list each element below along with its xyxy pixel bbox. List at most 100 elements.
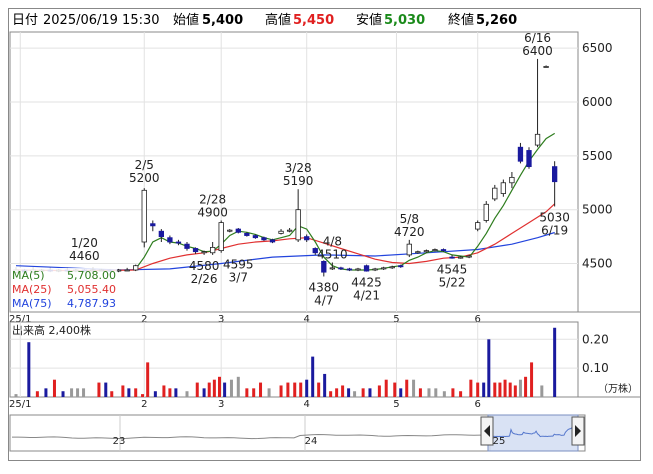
candle-body bbox=[355, 268, 361, 271]
volume-x-tick-label: 5 bbox=[393, 399, 399, 410]
candle-body bbox=[218, 222, 224, 252]
candle-body bbox=[526, 150, 532, 168]
volume-bar bbox=[44, 388, 48, 397]
navigator-label-23: 23 bbox=[113, 436, 126, 447]
volume-title: 出来高 2,400株 bbox=[12, 323, 91, 337]
volume-bar bbox=[223, 382, 227, 397]
legend-ma25-value: 5,055.40 bbox=[67, 283, 116, 296]
annotation-line2: 5/22 bbox=[439, 276, 466, 290]
volume-bar bbox=[279, 385, 283, 397]
annotation-line2: 5200 bbox=[129, 171, 160, 185]
volume-bar bbox=[185, 391, 189, 397]
volume-x-tick-label: 3 bbox=[218, 399, 224, 410]
legend-ma25-label: MA(25) bbox=[12, 283, 52, 296]
datetime-value: 2025/06/19 15:30 bbox=[43, 13, 160, 28]
volume-bar bbox=[245, 388, 249, 397]
volume-bar bbox=[35, 391, 39, 397]
candle-body bbox=[286, 229, 293, 232]
volume-bar bbox=[217, 376, 221, 397]
volume-bar bbox=[518, 379, 522, 397]
candle-body bbox=[329, 267, 336, 270]
volume-bar bbox=[341, 385, 345, 397]
candle-body bbox=[423, 250, 430, 253]
annotation-line2: 5190 bbox=[283, 174, 314, 188]
candle-body bbox=[304, 236, 310, 241]
candle-body bbox=[517, 146, 524, 162]
volume-bar bbox=[207, 382, 211, 397]
volume-bar bbox=[141, 394, 145, 397]
volume-bar bbox=[236, 376, 240, 397]
candle-body bbox=[158, 230, 165, 238]
close-value: 5,260 bbox=[476, 13, 517, 28]
volume-x-tick-label: 4 bbox=[304, 399, 310, 410]
range-navigator[interactable]: 23 24 25 bbox=[9, 414, 586, 452]
volume-bar bbox=[229, 379, 233, 397]
candle-body bbox=[278, 230, 284, 234]
annotation-line1: 4425 bbox=[351, 276, 382, 290]
volume-bar bbox=[335, 388, 339, 397]
candle-body bbox=[192, 248, 199, 253]
volume-bar bbox=[212, 379, 216, 397]
navigator-right-handle[interactable] bbox=[571, 416, 585, 446]
volume-bar bbox=[70, 388, 74, 397]
volume-bar bbox=[493, 382, 497, 397]
annotation-line1: 1/20 bbox=[71, 236, 98, 250]
annotation-line2: 4720 bbox=[394, 225, 425, 239]
candle-body bbox=[552, 166, 558, 183]
volume-bar bbox=[76, 388, 80, 397]
candle-body bbox=[363, 265, 370, 272]
volume-bar bbox=[267, 388, 271, 397]
volume-bar bbox=[393, 382, 397, 397]
annotation-line2: 6/19 bbox=[541, 223, 568, 237]
volume-bar bbox=[299, 382, 303, 397]
volume-bar bbox=[52, 379, 56, 397]
candle-body bbox=[175, 241, 182, 244]
volume-bar bbox=[427, 388, 431, 397]
volume-bar bbox=[503, 379, 507, 397]
volume-bar bbox=[153, 391, 157, 397]
volume-bar bbox=[540, 385, 544, 397]
candle-body bbox=[398, 265, 404, 268]
ma-legend: MA(5) 5,708.00 MA(25) 5,055.40 MA(75) 4,… bbox=[11, 268, 117, 311]
candle-body bbox=[483, 203, 489, 221]
annotation-line1: 4/8 bbox=[323, 234, 342, 248]
volume-unit: （万株） bbox=[598, 382, 638, 395]
volume-bar bbox=[110, 391, 114, 397]
volume-bar bbox=[146, 362, 150, 397]
volume-bar bbox=[27, 342, 31, 397]
volume-bar bbox=[368, 388, 372, 397]
volume-x-tick-label: 6 bbox=[475, 399, 481, 410]
candle-body bbox=[115, 269, 122, 272]
volume-bar bbox=[451, 388, 455, 397]
candle-body bbox=[380, 267, 387, 270]
high-value: 5,450 bbox=[293, 13, 334, 28]
annotation-line2: 4/21 bbox=[353, 289, 380, 303]
candle-body bbox=[457, 256, 464, 259]
price-y-tick-label: 5000 bbox=[582, 203, 613, 217]
annotation-line2: 4460 bbox=[69, 249, 100, 263]
volume-bar bbox=[82, 388, 86, 397]
volume-bar bbox=[377, 385, 381, 397]
candle-body bbox=[534, 133, 541, 146]
candle-body bbox=[261, 237, 267, 241]
open-label: 始値 bbox=[173, 12, 199, 28]
navigator-left-handle[interactable] bbox=[480, 416, 494, 446]
low-label: 安値 bbox=[356, 12, 382, 28]
volume-bar bbox=[476, 382, 480, 397]
candle-body bbox=[500, 182, 507, 194]
volume-bar bbox=[459, 391, 463, 397]
volume-bar bbox=[513, 385, 517, 397]
annotation-line1: 5030 bbox=[539, 210, 570, 224]
volume-bar bbox=[498, 382, 502, 397]
low-value: 5,030 bbox=[384, 13, 425, 28]
volume-bar bbox=[174, 388, 178, 397]
candle-body bbox=[269, 239, 276, 243]
volume-bar bbox=[412, 379, 416, 397]
volume-bar bbox=[305, 379, 309, 397]
candle-body bbox=[321, 260, 327, 273]
candle-body bbox=[141, 189, 147, 243]
volume-bar bbox=[361, 388, 365, 397]
volume-bar bbox=[530, 362, 534, 397]
annotation-line1: 2/5 bbox=[135, 158, 154, 172]
annotation-line1: 4580 bbox=[189, 259, 220, 273]
